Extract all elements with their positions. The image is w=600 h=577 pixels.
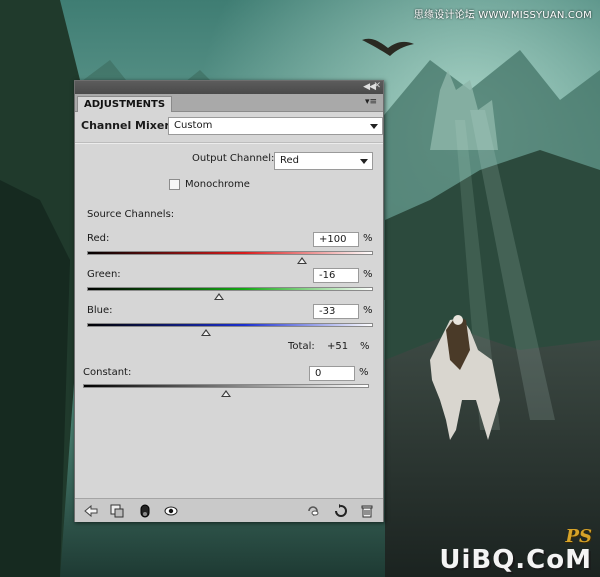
tab-adjustments[interactable]: ADJUSTMENTS [77, 96, 173, 112]
panel-title-strip: ◀◀ ✕ [75, 81, 383, 94]
constant-value-input[interactable]: 0 [309, 366, 355, 381]
header-divider [75, 142, 383, 143]
trash-icon[interactable] [359, 503, 375, 519]
source-channels-label: Source Channels: [87, 209, 175, 220]
total-label: Total: [288, 341, 315, 352]
green-channel-label: Green: [87, 269, 121, 280]
clip-layer-icon[interactable] [109, 503, 125, 519]
preset-select[interactable]: Custom [168, 117, 383, 135]
close-panel-icon[interactable]: ✕ [373, 81, 381, 91]
green-value-input[interactable]: -16 [313, 268, 359, 283]
blue-value-input[interactable]: -33 [313, 304, 359, 319]
output-channel-select[interactable]: Red [274, 152, 373, 170]
constant-slider-thumb[interactable] [221, 390, 231, 397]
total-value: +51 [327, 341, 349, 352]
green-pct-symbol: % [363, 269, 373, 280]
total-pct-symbol: % [360, 341, 370, 352]
red-slider-thumb[interactable] [296, 257, 307, 264]
red-slider-track[interactable] [87, 251, 373, 255]
chevron-down-icon [360, 159, 368, 164]
adjustment-title: Channel Mixer [81, 119, 170, 132]
monochrome-checkbox[interactable] [169, 179, 180, 190]
adjustment-header: Channel Mixer Custom [81, 117, 383, 137]
reset-icon[interactable] [333, 503, 349, 519]
green-slider-thumb[interactable] [213, 293, 224, 300]
watermark-logo: PS UiBQ.CoM [439, 526, 592, 573]
watermark-logo-ps: PS [565, 526, 592, 547]
watermark-logo-main: UiBQ.CoM [439, 545, 592, 575]
blue-slider-track[interactable] [87, 323, 373, 327]
preset-select-value: Custom [174, 120, 213, 131]
green-slider-track[interactable] [87, 287, 373, 291]
view-previous-icon[interactable] [305, 503, 321, 519]
adjustments-panel: ◀◀ ✕ ADJUSTMENTS ▾≡ Channel Mixer Custom… [74, 80, 384, 522]
panel-tab-bar: ADJUSTMENTS ▾≡ [75, 94, 383, 112]
watermark-site-text: 思缘设计论坛 WWW.MISSYUAN.COM [413, 10, 592, 21]
return-arrow-icon[interactable] [83, 503, 99, 519]
panel-menu-icon[interactable]: ▾≡ [365, 97, 377, 107]
red-value-input[interactable]: +100 [313, 232, 359, 247]
blue-channel-label: Blue: [87, 305, 113, 316]
blue-pct-symbol: % [363, 305, 373, 316]
chevron-down-icon [370, 124, 378, 129]
mask-toggle-icon[interactable] [137, 503, 153, 519]
eye-visibility-icon[interactable] [163, 503, 179, 519]
output-channel-label: Output Channel: [192, 153, 275, 164]
red-channel-label: Red: [87, 233, 110, 244]
constant-slider-track[interactable] [83, 384, 369, 388]
constant-label: Constant: [83, 367, 132, 378]
output-channel-value: Red [280, 155, 299, 166]
monochrome-label: Monochrome [185, 179, 250, 190]
blue-slider-thumb[interactable] [201, 329, 212, 336]
red-pct-symbol: % [363, 233, 373, 244]
panel-bottom-toolbar [75, 498, 383, 522]
constant-pct-symbol: % [359, 367, 369, 378]
